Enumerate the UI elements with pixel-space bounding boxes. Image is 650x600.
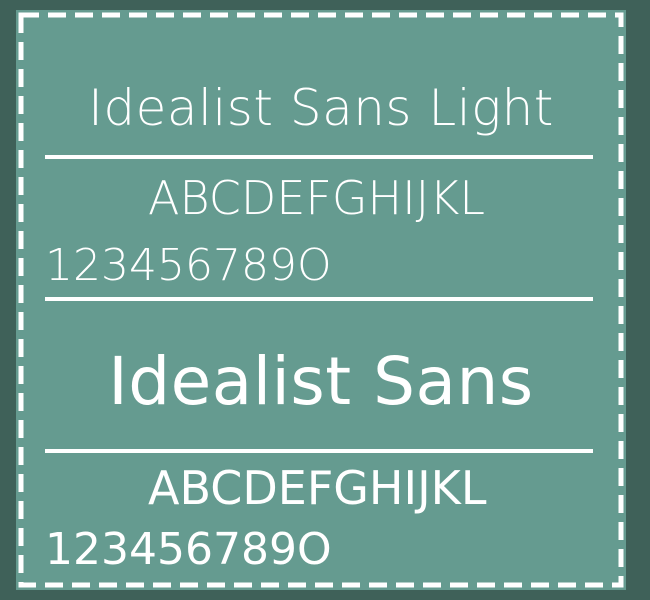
specimen-digits-light: 123456789O <box>45 240 332 291</box>
specimen-title-regular: Idealist Sans <box>108 343 534 420</box>
specimen-digits-regular: 123456789O <box>45 524 332 575</box>
specimen-title-light: Idealist Sans Light <box>88 79 554 137</box>
specimen-card: Idealist Sans Light ABCDEFGHIJKL 1234567… <box>16 10 626 590</box>
divider-middle <box>45 297 593 301</box>
specimen-letters-light: ABCDEFGHIJKL <box>148 171 486 225</box>
divider-top <box>45 155 593 159</box>
divider-bottom <box>45 449 593 453</box>
specimen-letters-regular: ABCDEFGHIJKL <box>148 461 487 515</box>
